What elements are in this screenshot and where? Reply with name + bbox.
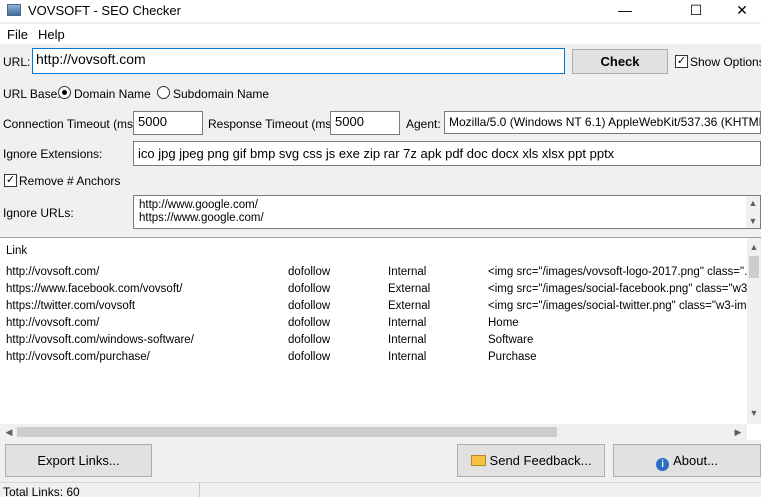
send-feedback-button[interactable]: Send Feedback... <box>457 444 605 477</box>
connection-timeout-label: Connection Timeout (ms): <box>3 117 141 131</box>
menu-bar: File Help <box>0 24 761 44</box>
cell-type: Internal <box>388 334 427 346</box>
cell-follow: dofollow <box>288 317 331 329</box>
chevron-right-icon[interactable]: ▶ <box>731 425 745 439</box>
cell-link: http://vovsoft.com/ <box>6 317 100 329</box>
url-base-label: URL Base: <box>3 87 61 101</box>
chevron-down-icon[interactable]: ▼ <box>746 214 760 228</box>
ignore-url-line: https://www.google.com/ <box>139 212 264 224</box>
cell-anchor: Software <box>488 334 534 346</box>
cell-follow: dofollow <box>288 334 331 346</box>
window-title: VOVSOFT - SEO Checker <box>28 3 181 18</box>
cell-anchor: <img src="/images/social-twitter.png" cl… <box>488 300 747 312</box>
cell-type: Internal <box>388 351 427 363</box>
chevron-left-icon[interactable]: ◀ <box>2 425 16 439</box>
info-icon: i <box>656 458 670 471</box>
cell-follow: dofollow <box>288 300 331 312</box>
cell-type: Internal <box>388 317 427 329</box>
ignore-url-line: http://www.google.com/ <box>139 199 258 211</box>
menu-file[interactable]: File <box>7 27 28 42</box>
remove-anchors-checkbox[interactable]: ✓ <box>4 174 17 187</box>
close-button[interactable]: ✕ <box>719 0 761 22</box>
response-timeout-input[interactable]: 5000 <box>330 111 400 135</box>
title-bar: VOVSOFT - SEO Checker — ☐ ✕ <box>0 0 761 22</box>
chevron-up-icon[interactable]: ▲ <box>747 240 761 254</box>
vertical-scroll-thumb[interactable] <box>749 256 759 278</box>
cell-anchor: Home <box>488 317 519 329</box>
results-table[interactable]: Link http://vovsoft.com/ dofollow Intern… <box>0 237 761 440</box>
agent-label: Agent: <box>406 117 441 131</box>
url-label: URL: <box>3 55 31 69</box>
about-label: About... <box>673 453 718 468</box>
status-divider <box>199 483 200 497</box>
column-header-link[interactable]: Link <box>6 245 27 257</box>
cell-link: https://twitter.com/vovsoft <box>6 300 136 312</box>
app-window-icon <box>7 4 21 16</box>
envelope-icon <box>470 455 486 466</box>
cell-type: External <box>388 300 431 312</box>
results-vertical-scrollbar[interactable]: ▲ ▼ <box>747 238 761 424</box>
ignore-extensions-input[interactable]: ico jpg jpeg png gif bmp svg css js exe … <box>133 141 761 166</box>
cell-link: https://www.facebook.com/vovsoft/ <box>6 283 183 295</box>
status-bar: Total Links: 60 <box>0 482 761 497</box>
ignore-extensions-label: Ignore Extensions: <box>3 147 103 161</box>
agent-input[interactable]: Mozilla/5.0 (Windows NT 6.1) AppleWebKit… <box>444 111 761 134</box>
send-feedback-label: Send Feedback... <box>489 453 592 468</box>
menu-help[interactable]: Help <box>38 27 65 42</box>
cell-link: http://vovsoft.com/ <box>6 266 100 278</box>
cell-follow: dofollow <box>288 266 331 278</box>
check-button[interactable]: Check <box>572 49 668 74</box>
chevron-up-icon[interactable]: ▲ <box>746 196 760 210</box>
chevron-down-icon[interactable]: ▼ <box>747 406 761 420</box>
export-links-button[interactable]: Export Links... <box>5 444 152 477</box>
cell-follow: dofollow <box>288 283 331 295</box>
ignore-urls-textarea[interactable]: http://www.google.com/ https://www.googl… <box>133 195 761 229</box>
ignore-urls-label: Ignore URLs: <box>3 206 74 220</box>
cell-link: http://vovsoft.com/purchase/ <box>6 351 150 363</box>
total-links-status: Total Links: 60 <box>3 485 80 497</box>
minimize-button[interactable]: — <box>602 0 648 22</box>
connection-timeout-input[interactable]: 5000 <box>133 111 203 135</box>
show-options-checkbox[interactable]: ✓ <box>675 55 688 68</box>
cell-anchor: Purchase <box>488 351 537 363</box>
cell-type: Internal <box>388 266 427 278</box>
cell-anchor: <img src="/images/vovsoft-logo-2017.png"… <box>488 266 747 278</box>
domain-name-label: Domain Name <box>74 87 151 101</box>
show-options-label: Show Options <box>690 55 761 69</box>
ignore-urls-scrollbar[interactable]: ▲ ▼ <box>746 196 760 228</box>
url-input[interactable]: http://vovsoft.com <box>32 48 565 74</box>
results-horizontal-scrollbar[interactable]: ◀ ▶ <box>0 424 747 440</box>
maximize-button[interactable]: ☐ <box>673 0 719 22</box>
subdomain-name-radio[interactable] <box>157 86 170 99</box>
domain-name-radio[interactable] <box>58 86 71 99</box>
horizontal-scroll-thumb[interactable] <box>17 427 557 437</box>
cell-type: External <box>388 283 431 295</box>
cell-follow: dofollow <box>288 351 331 363</box>
remove-anchors-label: Remove # Anchors <box>19 174 121 188</box>
about-button[interactable]: i About... <box>613 444 761 477</box>
cell-anchor: <img src="/images/social-facebook.png" c… <box>488 283 747 295</box>
response-timeout-label: Response Timeout (ms): <box>208 117 339 131</box>
subdomain-name-label: Subdomain Name <box>173 87 270 101</box>
cell-link: http://vovsoft.com/windows-software/ <box>6 334 194 346</box>
